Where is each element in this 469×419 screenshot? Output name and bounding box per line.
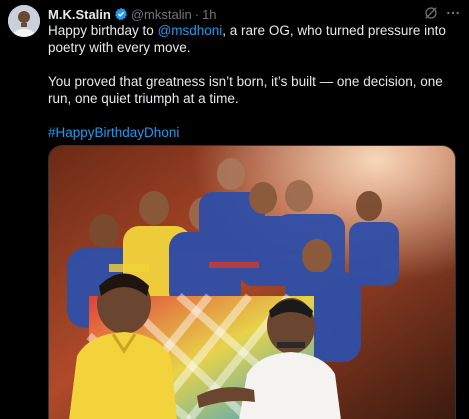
tweet-photo[interactable] — [48, 145, 456, 419]
verified-badge-icon[interactable] — [114, 7, 128, 21]
tweet-timestamp[interactable]: 1h — [202, 7, 216, 22]
more-options-icon[interactable] — [445, 5, 461, 21]
author-name[interactable]: M.K.Stalin — [48, 7, 111, 22]
tweet-text: Happy birthday to @msdhoni, a rare OG, w… — [48, 22, 458, 141]
tweet-paragraph-1: Happy birthday to @msdhoni, a rare OG, w… — [48, 22, 458, 56]
tweet-card[interactable]: M.K.Stalin @mkstalin · 1h Happy birthday… — [0, 0, 469, 419]
hashtag-paragraph: #HappyBirthdayDhoni — [48, 124, 458, 141]
author-handle[interactable]: @mkstalin — [131, 7, 192, 22]
grok-icon[interactable] — [423, 5, 439, 21]
meta-separator: · — [194, 6, 200, 22]
tweet-header: M.K.Stalin @mkstalin · 1h — [48, 4, 461, 24]
hashtag-link[interactable]: #HappyBirthdayDhoni — [48, 125, 179, 140]
profile-avatar[interactable] — [8, 5, 40, 37]
tweet-paragraph-2: You proved that greatness isn’t born, it… — [48, 74, 443, 106]
mention-link[interactable]: @msdhoni — [158, 23, 223, 38]
text-segment: Happy birthday to — [48, 23, 158, 38]
photo-illustration — [49, 146, 455, 419]
avatar-image — [8, 5, 40, 37]
